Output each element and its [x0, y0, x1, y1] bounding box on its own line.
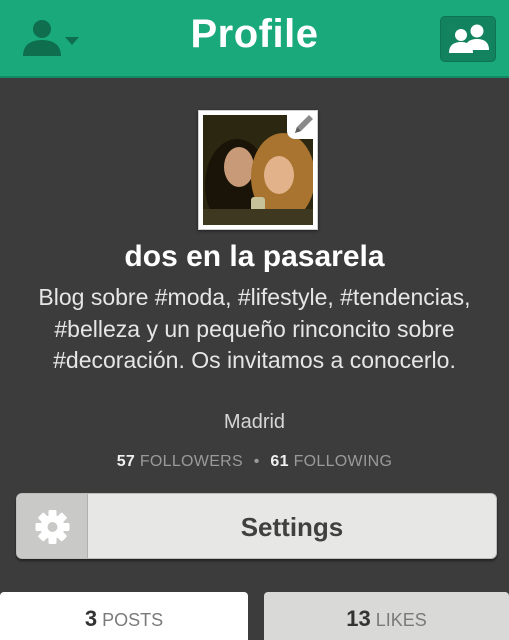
people-icon	[449, 24, 489, 53]
followers-link[interactable]: 57 FOLLOWERS	[117, 453, 248, 470]
tab-posts[interactable]: 3 POSTS	[0, 592, 248, 640]
profile-bio: Blog sobre #moda, #lifestyle, #tendencia…	[38, 284, 471, 373]
followers-count: 57	[116, 453, 136, 470]
pencil-icon	[295, 115, 313, 133]
likes-count: 13	[346, 606, 371, 631]
page-title: Profile	[190, 12, 319, 56]
following-count: 61	[270, 453, 289, 470]
settings-label: Settings	[240, 512, 344, 542]
posts-label: POSTS	[102, 610, 164, 630]
settings-button[interactable]: Settings	[16, 493, 497, 559]
following-link[interactable]: 61 FOLLOWING	[270, 453, 392, 470]
gear-icon	[35, 510, 70, 544]
likes-label: LIKES	[375, 610, 427, 630]
profile-avatar[interactable]	[198, 110, 318, 230]
tab-likes[interactable]: 13 LIKES	[264, 592, 509, 640]
posts-count: 3	[84, 606, 98, 631]
following-label: FOLLOWING	[293, 453, 393, 470]
edit-avatar-button[interactable]	[287, 111, 317, 139]
follow-stats: 57 FOLLOWERS • 61 FOLLOWING	[0, 453, 509, 471]
find-people-button[interactable]	[440, 16, 496, 62]
profile-location: Madrid	[223, 411, 286, 433]
profile-name: dos en la pasarela	[124, 240, 385, 273]
stats-separator: •	[253, 453, 260, 470]
top-bar: Profile	[0, 0, 509, 78]
settings-icon-box	[17, 494, 88, 558]
followers-label: FOLLOWERS	[139, 453, 244, 470]
